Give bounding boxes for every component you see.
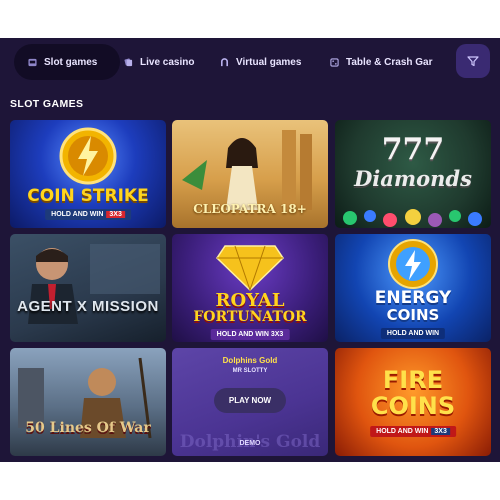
tab-live-casino[interactable]: Live casino [124,44,204,80]
game-card-energy-coins[interactable]: ENERGY COINS HOLD AND WIN [335,234,491,342]
tab-label: Slot games [44,56,98,68]
game-card-agent-x[interactable]: AGENT X MISSION [10,234,166,342]
game-badge: HOLD AND WIN 3X3 [45,209,131,220]
game-card-cleopatra[interactable]: CLEOPATRA 18+ [172,120,328,228]
game-badge: HOLD AND WIN [380,328,446,339]
game-subtitle: Diamonds [354,166,472,191]
game-card-50-lines-of-war[interactable]: 50 Lines Of War [10,348,166,456]
game-title: 777 [381,132,445,167]
demo-button[interactable]: DEMO [172,440,328,447]
filter-icon [467,56,479,67]
horseshoe-icon [220,57,229,66]
game-title: ROYAL [215,290,285,311]
game-provider: MR SLOTTY [232,368,268,374]
game-title: CLEOPATRA 18+ [193,202,307,216]
game-badge: HOLD AND WIN 3X3 [370,426,456,437]
game-subtitle: FORTUNATOR [193,309,307,325]
section-title: SLOT GAMES [10,98,84,110]
game-title: COIN STRIKE [27,186,149,206]
filter-button[interactable] [456,44,490,78]
game-card-777-diamonds[interactable]: 777 Diamonds [335,120,491,228]
game-subtitle: COINS [386,306,440,324]
tab-label: Live casino [140,56,195,68]
game-badge: HOLD AND WIN 3X3 [210,329,290,340]
game-card-coin-strike[interactable]: COIN STRIKE HOLD AND WIN 3X3 [10,120,166,228]
agent-figure-icon [28,244,160,324]
game-title: AGENT X MISSION [17,298,159,315]
tab-label: Virtual games [236,56,302,68]
game-card-fire-coins[interactable]: FIRE COINS HOLD AND WIN 3X3 [335,348,491,456]
tab-table-crash[interactable]: Table & Crash Gar [330,44,456,80]
game-subtitle: COINS [370,392,456,420]
category-tabs: Slot games Live casino Virtual games Tab… [10,44,490,80]
diamond-icon [216,245,284,292]
game-title: 50 Lines Of War [25,420,151,436]
game-title: Dolphins Gold [222,356,278,365]
casino-lobby: Slot games Live casino Virtual games Tab… [0,38,500,462]
game-title: FIRE [382,366,444,394]
tab-virtual-games[interactable]: Virtual games [220,44,320,80]
game-card-dolphins-gold[interactable]: Dolphins Gold MR SLOTTY Dolphin's Gold P… [172,348,328,456]
tab-slot-games[interactable]: Slot games [14,44,120,80]
game-card-royal-fortunator[interactable]: ROYAL FORTUNATOR HOLD AND WIN 3X3 [172,234,328,342]
play-now-button[interactable]: PLAY NOW [214,388,286,413]
warrior-figure-icon [18,357,152,439]
slot-machine-icon [28,58,37,66]
game-title: ENERGY [374,288,452,308]
energy-coin-icon [388,239,438,289]
live-casino-icon [124,57,133,66]
tab-label: Table & Crash Gar [346,56,433,68]
dice-icon [330,57,339,67]
gems-icon [343,209,482,227]
lightning-coin-icon [59,127,117,185]
